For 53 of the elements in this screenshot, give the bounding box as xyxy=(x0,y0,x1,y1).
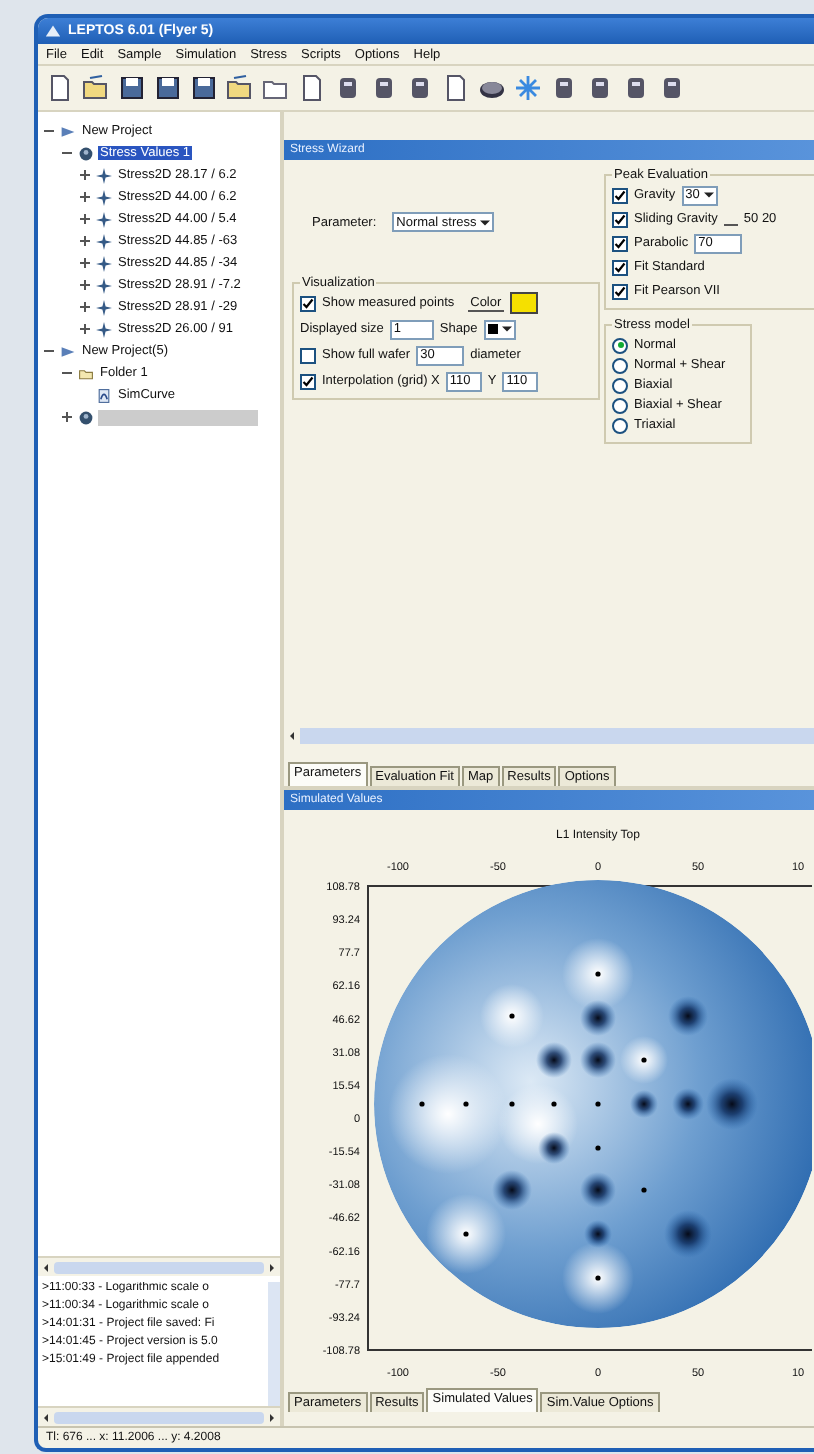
expand-icon[interactable] xyxy=(78,234,92,248)
disc-icon xyxy=(78,409,94,425)
color-swatch[interactable] xyxy=(509,292,538,314)
disc-icon xyxy=(78,145,94,161)
folder-icon xyxy=(78,365,94,381)
expand-icon[interactable] xyxy=(78,256,92,270)
horizontal-scrollbar[interactable] xyxy=(38,1406,280,1426)
expand-icon[interactable] xyxy=(78,322,92,336)
open-icon[interactable] xyxy=(80,72,112,104)
shape-dropdown[interactable] xyxy=(483,319,516,339)
checkbox[interactable] xyxy=(300,295,316,311)
scroll-left-icon[interactable] xyxy=(42,1413,50,1421)
horizontal-scrollbar[interactable] xyxy=(38,1256,280,1276)
scroll-right-icon[interactable] xyxy=(268,1263,276,1271)
checkbox[interactable] xyxy=(612,235,628,251)
dropdown-arrow-icon[interactable] xyxy=(703,190,714,200)
dropdown-arrow-icon[interactable] xyxy=(480,217,491,227)
checkbox[interactable] xyxy=(612,283,628,299)
project-icon xyxy=(60,343,76,359)
expand-icon[interactable] xyxy=(60,410,74,424)
project-icon xyxy=(60,123,76,139)
dropdown-arrow-icon[interactable] xyxy=(501,324,512,334)
radio-button[interactable] xyxy=(612,337,628,353)
radio-button[interactable] xyxy=(612,377,628,393)
save-icon[interactable] xyxy=(116,72,148,104)
collapse-icon[interactable] xyxy=(42,124,56,138)
scroll-right-icon[interactable] xyxy=(268,1413,276,1421)
open-icon[interactable] xyxy=(224,72,256,104)
collapse-icon[interactable] xyxy=(42,344,56,358)
horizontal-scrollbar[interactable] xyxy=(284,728,814,744)
radio-button[interactable] xyxy=(612,357,628,373)
expand-icon[interactable] xyxy=(78,278,92,292)
scroll-left-icon[interactable] xyxy=(42,1263,50,1271)
app-icon xyxy=(44,22,62,40)
checkbox[interactable] xyxy=(612,187,628,203)
checkbox[interactable] xyxy=(300,347,316,363)
vertical-scrollbar[interactable] xyxy=(268,1282,280,1406)
collapse-icon[interactable] xyxy=(60,366,74,380)
expand-icon[interactable] xyxy=(78,212,92,226)
expand-icon[interactable] xyxy=(78,168,92,182)
star-icon[interactable] xyxy=(512,72,544,104)
expand-icon[interactable] xyxy=(78,300,92,314)
checkbox[interactable] xyxy=(612,259,628,275)
save-icon[interactable] xyxy=(152,72,184,104)
radio-button[interactable] xyxy=(612,417,628,433)
radio-button[interactable] xyxy=(612,397,628,413)
expand-icon[interactable] xyxy=(78,190,92,204)
save-icon[interactable] xyxy=(188,72,220,104)
curve-icon xyxy=(96,387,112,403)
checkbox[interactable] xyxy=(612,211,628,227)
collapse-icon[interactable] xyxy=(60,146,74,160)
checkbox[interactable] xyxy=(300,373,316,389)
scroll-left-icon[interactable] xyxy=(288,732,296,740)
